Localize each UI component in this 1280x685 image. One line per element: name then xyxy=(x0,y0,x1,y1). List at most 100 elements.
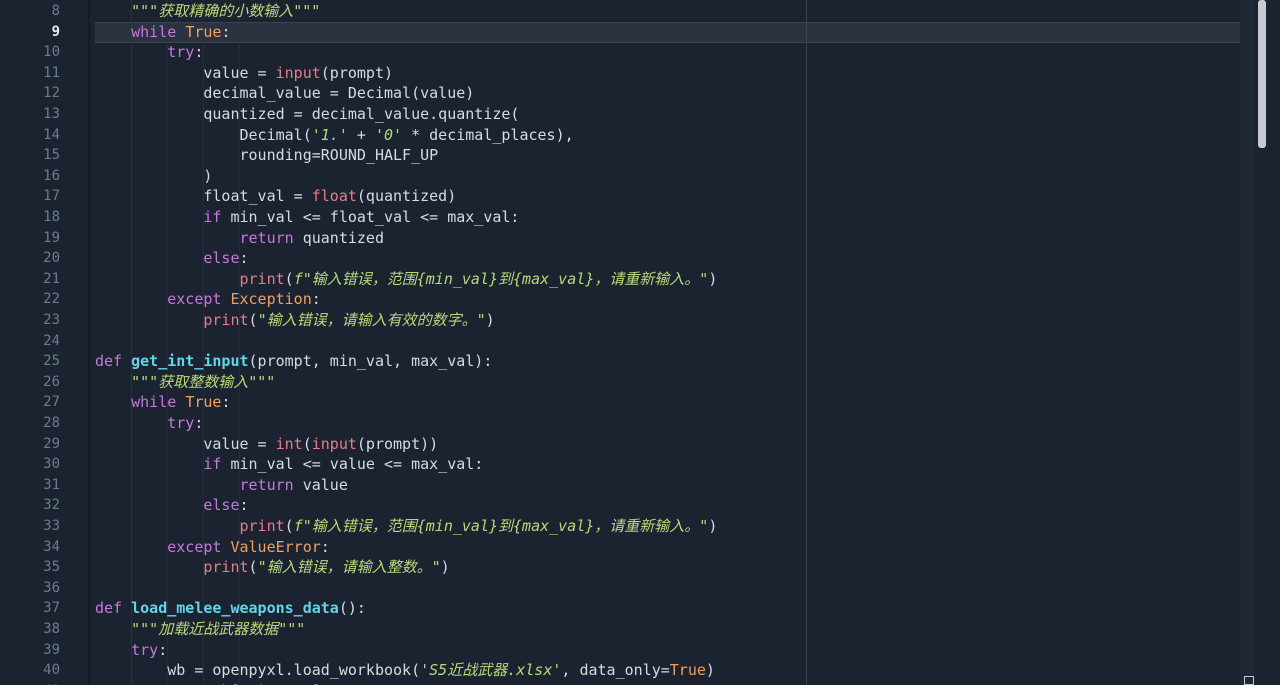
code-token: int xyxy=(275,434,303,453)
code-editor[interactable]: 8 9 10 11 12 13 14 15 16 17 18 19 20 21 22 23 24 25 26 27 28… xyxy=(0,0,1280,685)
code-token: wb = openpyxl.load_workbook( xyxy=(95,661,421,680)
code-token: * decimal_places), xyxy=(402,125,574,144)
code-line[interactable]: quantized = decimal_value.quantize( xyxy=(95,104,519,124)
line-number: 21 xyxy=(43,270,60,287)
code-line[interactable]: print("输入错误，请输入整数。") xyxy=(95,557,449,577)
code-token: 'S5近战武器.xlsx' xyxy=(420,661,562,680)
code-line[interactable]: Decimal('1.' + '0' * decimal_places), xyxy=(95,125,574,145)
code-token: '0' xyxy=(374,125,403,144)
code-token: else xyxy=(203,496,240,515)
line-number: 11 xyxy=(43,64,60,81)
line-number: 31 xyxy=(43,476,60,493)
code-token: print xyxy=(239,269,285,288)
code-token: ValueError xyxy=(230,537,321,556)
code-token: : xyxy=(221,393,231,412)
line-number: 17 xyxy=(43,188,60,205)
code-line[interactable]: decimal_value = Decimal(value) xyxy=(95,83,474,103)
code-line[interactable]: return value xyxy=(95,475,348,495)
code-token: except xyxy=(167,537,222,556)
scrollbar-thumb[interactable] xyxy=(1258,0,1266,148)
code-line[interactable]: if min_val <= value <= max_val: xyxy=(95,454,483,474)
code-token: : xyxy=(158,640,168,659)
code-line[interactable]: value = input(prompt) xyxy=(95,63,393,83)
code-line[interactable]: ws = wb['Sheet1'] xyxy=(95,681,321,685)
code-token: print xyxy=(203,311,249,329)
code-line[interactable]: except Exception: xyxy=(95,289,321,309)
code-token: decimal_value = Decimal(value) xyxy=(95,84,475,103)
line-number: 14 xyxy=(43,126,60,143)
code-token: if xyxy=(203,455,222,474)
code-line[interactable]: float_val = float(quantized) xyxy=(95,186,456,206)
line-number: 9 xyxy=(51,23,60,40)
code-token: get_int_input xyxy=(131,352,249,371)
code-line[interactable]: ) xyxy=(95,166,212,186)
code-token: def xyxy=(95,599,123,618)
code-token: (): xyxy=(338,599,366,618)
code-token: : xyxy=(311,290,321,309)
line-number: 8 xyxy=(51,3,60,19)
line-number: 41 xyxy=(0,681,60,685)
code-token: rounding=ROUND_HALF_UP xyxy=(95,146,439,165)
code-token: ) xyxy=(708,517,718,535)
line-number-gutter: 8 9 10 11 12 13 14 15 16 17 18 19 20 21 22 23 24 25 26 27 28… xyxy=(0,0,88,685)
code-line[interactable]: else: xyxy=(95,495,248,515)
code-token: while xyxy=(131,393,177,412)
code-line[interactable]: try: xyxy=(95,413,203,433)
line-number: 34 xyxy=(43,538,60,555)
code-token: True xyxy=(185,393,222,412)
code-line[interactable]: rounding=ROUND_HALF_UP xyxy=(95,145,438,165)
line-number: 10 xyxy=(43,44,60,61)
code-line[interactable]: """获取精确的小数输入""" xyxy=(95,1,320,21)
code-token: "输入错误，请输入有效的数字。" xyxy=(257,311,486,329)
code-line[interactable]: value = int(input(prompt)) xyxy=(95,434,438,454)
code-line[interactable]: print(f"输入错误，范围{min_val}到{max_val}，请重新输入… xyxy=(95,269,718,289)
line-number: 12 xyxy=(43,85,60,102)
code-line[interactable]: def load_melee_weapons_data(): xyxy=(95,598,366,618)
code-token: value = xyxy=(95,434,276,453)
code-line[interactable]: def get_int_input(prompt, min_val, max_v… xyxy=(95,351,492,371)
code-line[interactable]: while True: xyxy=(95,22,230,42)
code-token: float_val = xyxy=(95,187,312,206)
code-token: (prompt, min_val, max_val): xyxy=(248,352,493,371)
code-line[interactable]: print(f"输入错误，范围{min_val}到{max_val}，请重新输入… xyxy=(95,516,718,536)
code-token: value = xyxy=(95,63,276,82)
code-line[interactable]: print("输入错误，请输入有效的数字。") xyxy=(95,310,495,330)
code-line[interactable]: try: xyxy=(95,42,203,62)
code-line[interactable]: """获取整数输入""" xyxy=(95,372,275,392)
code-token: f"输入错误，范围{min_val}到{max_val}，请重新输入。" xyxy=(293,269,709,288)
code-line[interactable]: while True: xyxy=(95,392,230,412)
line-number: 20 xyxy=(43,250,60,267)
code-token: if xyxy=(203,208,222,226)
code-token: try xyxy=(167,43,195,62)
code-line[interactable]: if min_val <= float_val <= max_val: xyxy=(95,207,519,227)
code-line[interactable]: wb = openpyxl.load_workbook('S5近战武器.xlsx… xyxy=(95,660,715,680)
code-token: ) xyxy=(485,311,495,329)
line-number: 26 xyxy=(43,373,60,390)
line-number: 15 xyxy=(43,147,60,164)
line-number: 35 xyxy=(43,559,60,576)
code-line[interactable]: return quantized xyxy=(95,228,385,248)
line-number: 24 xyxy=(43,332,60,349)
code-line[interactable]: except ValueError: xyxy=(95,537,330,557)
code-line[interactable]: try: xyxy=(95,640,167,660)
code-token: + xyxy=(347,125,375,144)
code-line[interactable]: else: xyxy=(95,248,248,268)
code-line[interactable]: """加载近战武器数据""" xyxy=(95,619,305,639)
code-token: quantized = decimal_value.quantize( xyxy=(95,105,520,123)
code-token: return xyxy=(239,475,294,494)
